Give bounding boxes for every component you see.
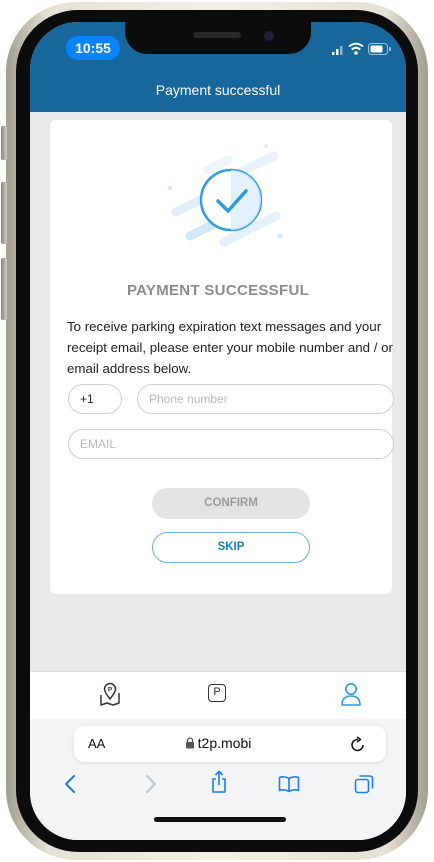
user-icon[interactable]	[340, 682, 362, 706]
instructions-text: To receive parking expiration text messa…	[67, 319, 393, 376]
status-time: 10:55	[66, 36, 120, 60]
volume-down-button	[1, 258, 7, 320]
volume-up-button	[1, 182, 7, 244]
parking-icon[interactable]: P	[208, 684, 226, 702]
front-camera	[264, 31, 274, 41]
page-header: Payment successful	[30, 66, 406, 112]
svg-text:P: P	[108, 687, 113, 694]
share-icon[interactable]	[210, 770, 228, 794]
battery-icon	[368, 43, 391, 55]
home-indicator	[154, 817, 286, 822]
speaker	[193, 32, 241, 38]
country-code-field[interactable]: +1	[68, 384, 122, 414]
bookmarks-icon[interactable]	[278, 775, 300, 793]
lock-icon	[185, 737, 194, 749]
success-title: PAYMENT SUCCESSFUL	[126, 282, 310, 299]
skip-button[interactable]: SKIP	[152, 532, 310, 563]
mute-switch	[1, 126, 7, 160]
reload-icon[interactable]	[350, 735, 366, 753]
forward-icon[interactable]	[144, 774, 158, 794]
signal-icon	[332, 46, 343, 55]
wifi-icon	[348, 42, 364, 55]
phone-screen: 10:55 Payment successful PAYMENT SUCCESS…	[30, 22, 406, 840]
back-icon[interactable]	[63, 774, 77, 794]
phone-number-input[interactable]: Phone number	[137, 384, 394, 414]
tabs-icon[interactable]	[354, 774, 374, 794]
confirm-button[interactable]: CONFIRM	[152, 488, 310, 519]
map-pin-icon[interactable]: P	[98, 681, 122, 707]
payment-success-illustration	[168, 144, 283, 247]
url-text: t2p.mobi	[197, 735, 252, 751]
email-input[interactable]: EMAIL	[68, 429, 394, 459]
notch	[125, 22, 311, 54]
